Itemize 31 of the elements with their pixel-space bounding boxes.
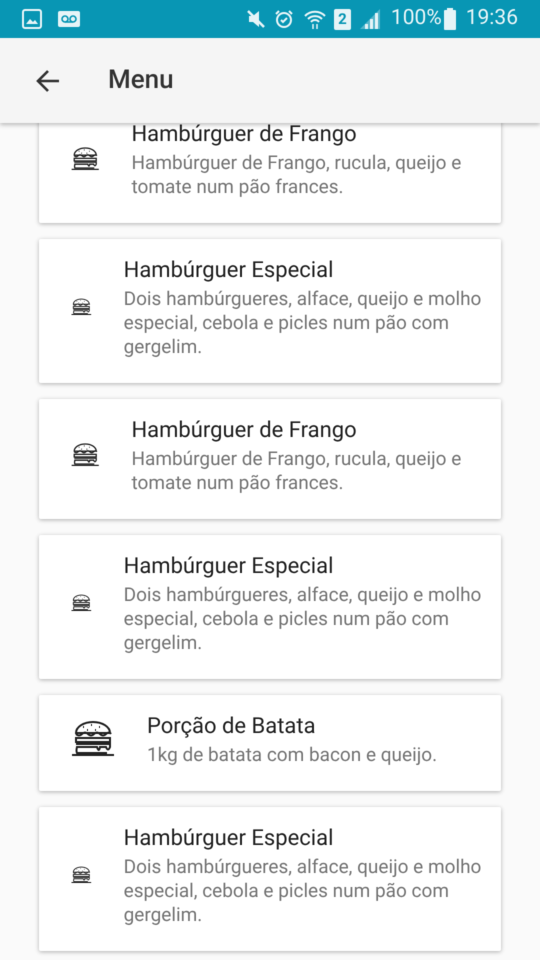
menu-card[interactable]: Hambúrguer Especial Dois hambúrgueres, alface, queijo e molho especial, cebola e picles num pão com gergelim. (39, 239, 501, 383)
item-description: Dois hambúrgueres, alface, queijo e molho especial, cebola e picles num pão com gergelim. (124, 855, 482, 927)
clock: 19:36 (466, 5, 518, 32)
item-description: Hambúrguer de Frango, rucula, queijo e tomate num pão frances. (131, 151, 462, 199)
image-icon (22, 9, 42, 29)
menu-card[interactable]: Hambúrguer de Frango Hambúrguer de Frango, rucula, queijo e tomate num pão frances. (39, 123, 501, 223)
battery-percentage: 100% (390, 5, 442, 32)
sim-badge: 2 (334, 8, 351, 30)
voicemail-icon (58, 11, 80, 27)
signal-icon (358, 9, 381, 29)
item-description: 1kg de batata com bacon e queijo. (147, 743, 438, 767)
item-title: Hambúrguer de Frango (131, 123, 358, 149)
menu-card[interactable]: Hambúrguer Especial Dois hambúrgueres, alface, queijo e molho especial, cebola e picles num pão com gergelim. (39, 535, 501, 679)
back-arrow-icon (35, 68, 61, 92)
item-title: Hambúrguer Especial (124, 257, 334, 285)
app-bar-title: Menu (108, 64, 174, 97)
item-title: Hambúrguer de Frango (131, 417, 358, 445)
burger-icon (71, 719, 115, 759)
menu-card[interactable]: Hambúrguer Especial Dois hambúrgueres, alface, queijo e molho especial, cebola e picles num pão com gergelim. (39, 807, 501, 951)
item-description: Dois hambúrgueres, alface, queijo e molho especial, cebola e picles num pão com gergelim. (124, 287, 482, 359)
item-title: Porção de Batata (147, 713, 317, 741)
wifi-icon (304, 9, 326, 29)
alarm-icon (274, 9, 294, 29)
item-description: Hambúrguer de Frango, rucula, queijo e tomate num pão frances. (131, 447, 462, 495)
item-description: Dois hambúrgueres, alface, queijo e molho especial, cebola e picles num pão com gergelim. (124, 583, 482, 655)
item-title: Hambúrguer Especial (124, 553, 334, 581)
menu-card[interactable]: Porção de Batata 1kg de batata com bacon e queijo. (39, 695, 501, 791)
battery-icon (444, 8, 456, 30)
menu-card[interactable]: Hambúrguer de Frango Hambúrguer de Frango, rucula, queijo e tomate num pão frances. (39, 399, 501, 519)
mute-icon (246, 9, 266, 29)
item-title: Hambúrguer Especial (124, 825, 334, 853)
